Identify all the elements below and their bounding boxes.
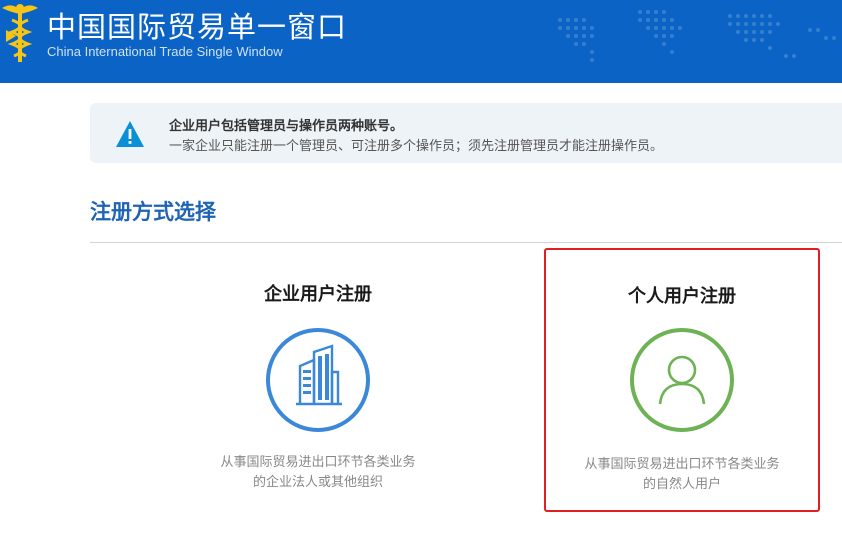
enterprise-card-description: 从事国际贸易进出口环节各类业务 的企业法人或其他组织: [180, 453, 456, 493]
enterprise-register-card[interactable]: 企业用户注册 从事国际贸易进出口环节各类业务 的企业法人或其他组织: [180, 248, 456, 512]
customs-emblem-icon: [2, 4, 38, 62]
personal-card-title: 个人用户注册: [628, 286, 736, 307]
enterprise-desc-line-2: 的企业法人或其他组织: [252, 475, 383, 490]
notice-line-2: 一家企业只能注册一个管理员、可注册多个操作员；须先注册管理员才能注册操作员。: [169, 139, 664, 154]
enterprise-icon-circle: [266, 328, 370, 432]
personal-desc-line-1: 从事国际贸易进出口环节各类业务: [584, 457, 780, 472]
enterprise-card-title: 企业用户注册: [264, 284, 372, 305]
site-subtitle: China International Trade Single Window: [47, 44, 283, 59]
section-divider: [90, 242, 842, 243]
enterprise-desc-line-1: 从事国际贸易进出口环节各类业务: [220, 455, 416, 470]
personal-desc-line-2: 的自然人用户: [642, 477, 721, 492]
personal-register-card[interactable]: 个人用户注册 从事国际贸易进出口环节各类业务 的自然人用户: [544, 248, 820, 512]
world-map-pattern: [558, 10, 836, 62]
personal-icon-circle: [630, 328, 734, 432]
warning-icon: [116, 121, 144, 147]
site-header: 中国国际贸易单一窗口 China International Trade Sin…: [0, 0, 842, 83]
site-title: 中国国际贸易单一窗口: [47, 10, 348, 44]
building-icon: [296, 344, 342, 406]
personal-card-description: 从事国际贸易进出口环节各类业务 的自然人用户: [546, 455, 818, 495]
person-icon: [658, 355, 706, 405]
section-title: 注册方式选择: [90, 200, 216, 224]
notice-banner: 企业用户包括管理员与操作员两种账号。 一家企业只能注册一个管理员、可注册多个操作…: [90, 103, 842, 163]
notice-line-1: 企业用户包括管理员与操作员两种账号。: [169, 119, 404, 134]
